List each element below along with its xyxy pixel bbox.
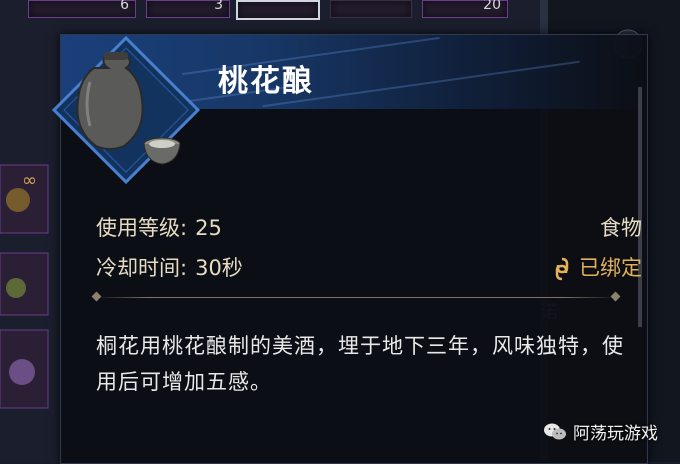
inventory-slot[interactable]: 20 <box>422 0 508 18</box>
slot-count: 6 <box>120 0 129 13</box>
tooltip-divider <box>96 297 616 298</box>
item-description: 桐花用桃花酿制的美酒，埋于地下三年，风味独特，使用后可增加五感。 <box>96 334 624 394</box>
tooltip-scrollbar[interactable] <box>638 87 642 327</box>
cooldown-value: 30秒 <box>195 256 243 280</box>
inventory-slot[interactable]: 3 <box>146 0 230 18</box>
item-name: 桃花酿 <box>218 64 314 99</box>
svg-text:∞: ∞ <box>22 170 37 191</box>
inventory-slot[interactable]: 6 <box>28 0 136 18</box>
bind-chain-icon <box>555 257 569 281</box>
use-level-value: 25 <box>195 216 222 240</box>
watermark-text: 阿荡玩游戏 <box>573 424 658 444</box>
cooldown: 冷却时间: 30秒 <box>96 252 243 282</box>
bound-status-text: 已绑定 <box>579 256 642 280</box>
slot-count: 20 <box>483 0 501 13</box>
cooldown-label: 冷却时间: <box>96 256 188 280</box>
watermark: 阿荡玩游戏 <box>543 419 658 444</box>
inventory-slot[interactable] <box>330 0 412 18</box>
wine-jar-and-cup-icon <box>51 35 201 185</box>
use-level-label: 使用等级: <box>96 216 188 240</box>
slot-count: 3 <box>214 0 223 13</box>
bound-status: 已绑定 <box>555 252 642 282</box>
wechat-icon <box>544 423 566 439</box>
inventory-slot-selected[interactable] <box>236 0 320 20</box>
item-category: 食物 <box>600 216 642 240</box>
use-level: 使用等级: 25 <box>96 212 222 242</box>
